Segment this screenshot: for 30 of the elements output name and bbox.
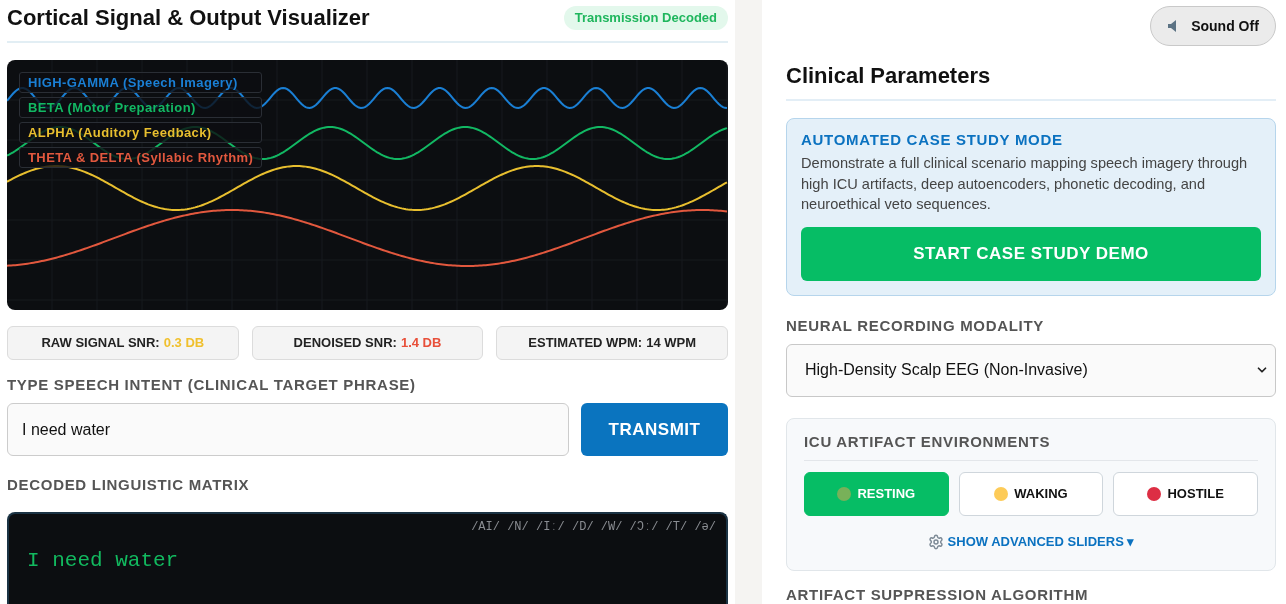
- modality-select[interactable]: High-Density Scalp EEG (Non-Invasive): [786, 343, 1276, 397]
- card-description: Demonstrate a full clinical scenario mapping speech imagery through high ICU artifacts, deep autoencoders, phonetic decoding, and neuroethical veto sequences.: [801, 154, 1249, 214]
- panel-title: Cortical Signal & Output Visualizer: [7, 5, 370, 31]
- status-badge: Transmission Decoded: [563, 6, 728, 30]
- section-label: DECODED LINGUISTIC MATRIX: [7, 476, 251, 494]
- environment-button[interactable]: WAKING: [958, 471, 1104, 516]
- intent-input[interactable]: I need water: [7, 403, 569, 456]
- card-title: ICU ARTIFACT ENVIRONMENTS: [804, 432, 1052, 451]
- stat-value: 0.3 DB: [163, 334, 205, 353]
- advanced-sliders-link[interactable]: SHOW ADVANCED SLIDERS ▾: [947, 533, 1135, 550]
- field-label: NEURAL RECORDING MODALITY: [786, 316, 1046, 335]
- field-label: TYPE SPEECH INTENT (CLINICAL TARGET PHRASE): [7, 376, 417, 394]
- stat-label: RAW SIGNAL SNR:: [41, 334, 160, 353]
- legend-label: THETA & DELTA (Syllabic Rhythm): [19, 147, 263, 168]
- stat-label: DENOISED SNR:: [293, 334, 397, 353]
- section-title: Clinical Parameters: [786, 63, 991, 89]
- gear-icon: [927, 533, 944, 550]
- legend-label: HIGH-GAMMA (Speech Imagery): [19, 72, 263, 93]
- stat-value: 14 WPM: [646, 334, 696, 353]
- legend-label: ALPHA (Auditory Feedback): [19, 122, 263, 143]
- transmit-button[interactable]: TRANSMIT: [581, 403, 728, 456]
- environment-button[interactable]: HOSTILE: [1113, 471, 1258, 516]
- sound-toggle-button[interactable]: Sound Off: [1150, 6, 1276, 46]
- stat-value: 1.4 DB: [400, 334, 442, 353]
- card-title: AUTOMATED CASE STUDY MODE: [801, 131, 1064, 149]
- legend-label: BETA (Motor Preparation): [19, 97, 263, 118]
- section-label: ARTIFACT SUPPRESSION ALGORITHM: [786, 587, 1089, 602]
- stat-label: ESTIMATED WPM:: [528, 334, 643, 353]
- phoneme-sequence: /AI/ /N/ /Iː/ /D/ /W/ /Ɔː/ /T/ /ə/: [471, 520, 716, 534]
- decoded-text: I need water: [27, 549, 179, 573]
